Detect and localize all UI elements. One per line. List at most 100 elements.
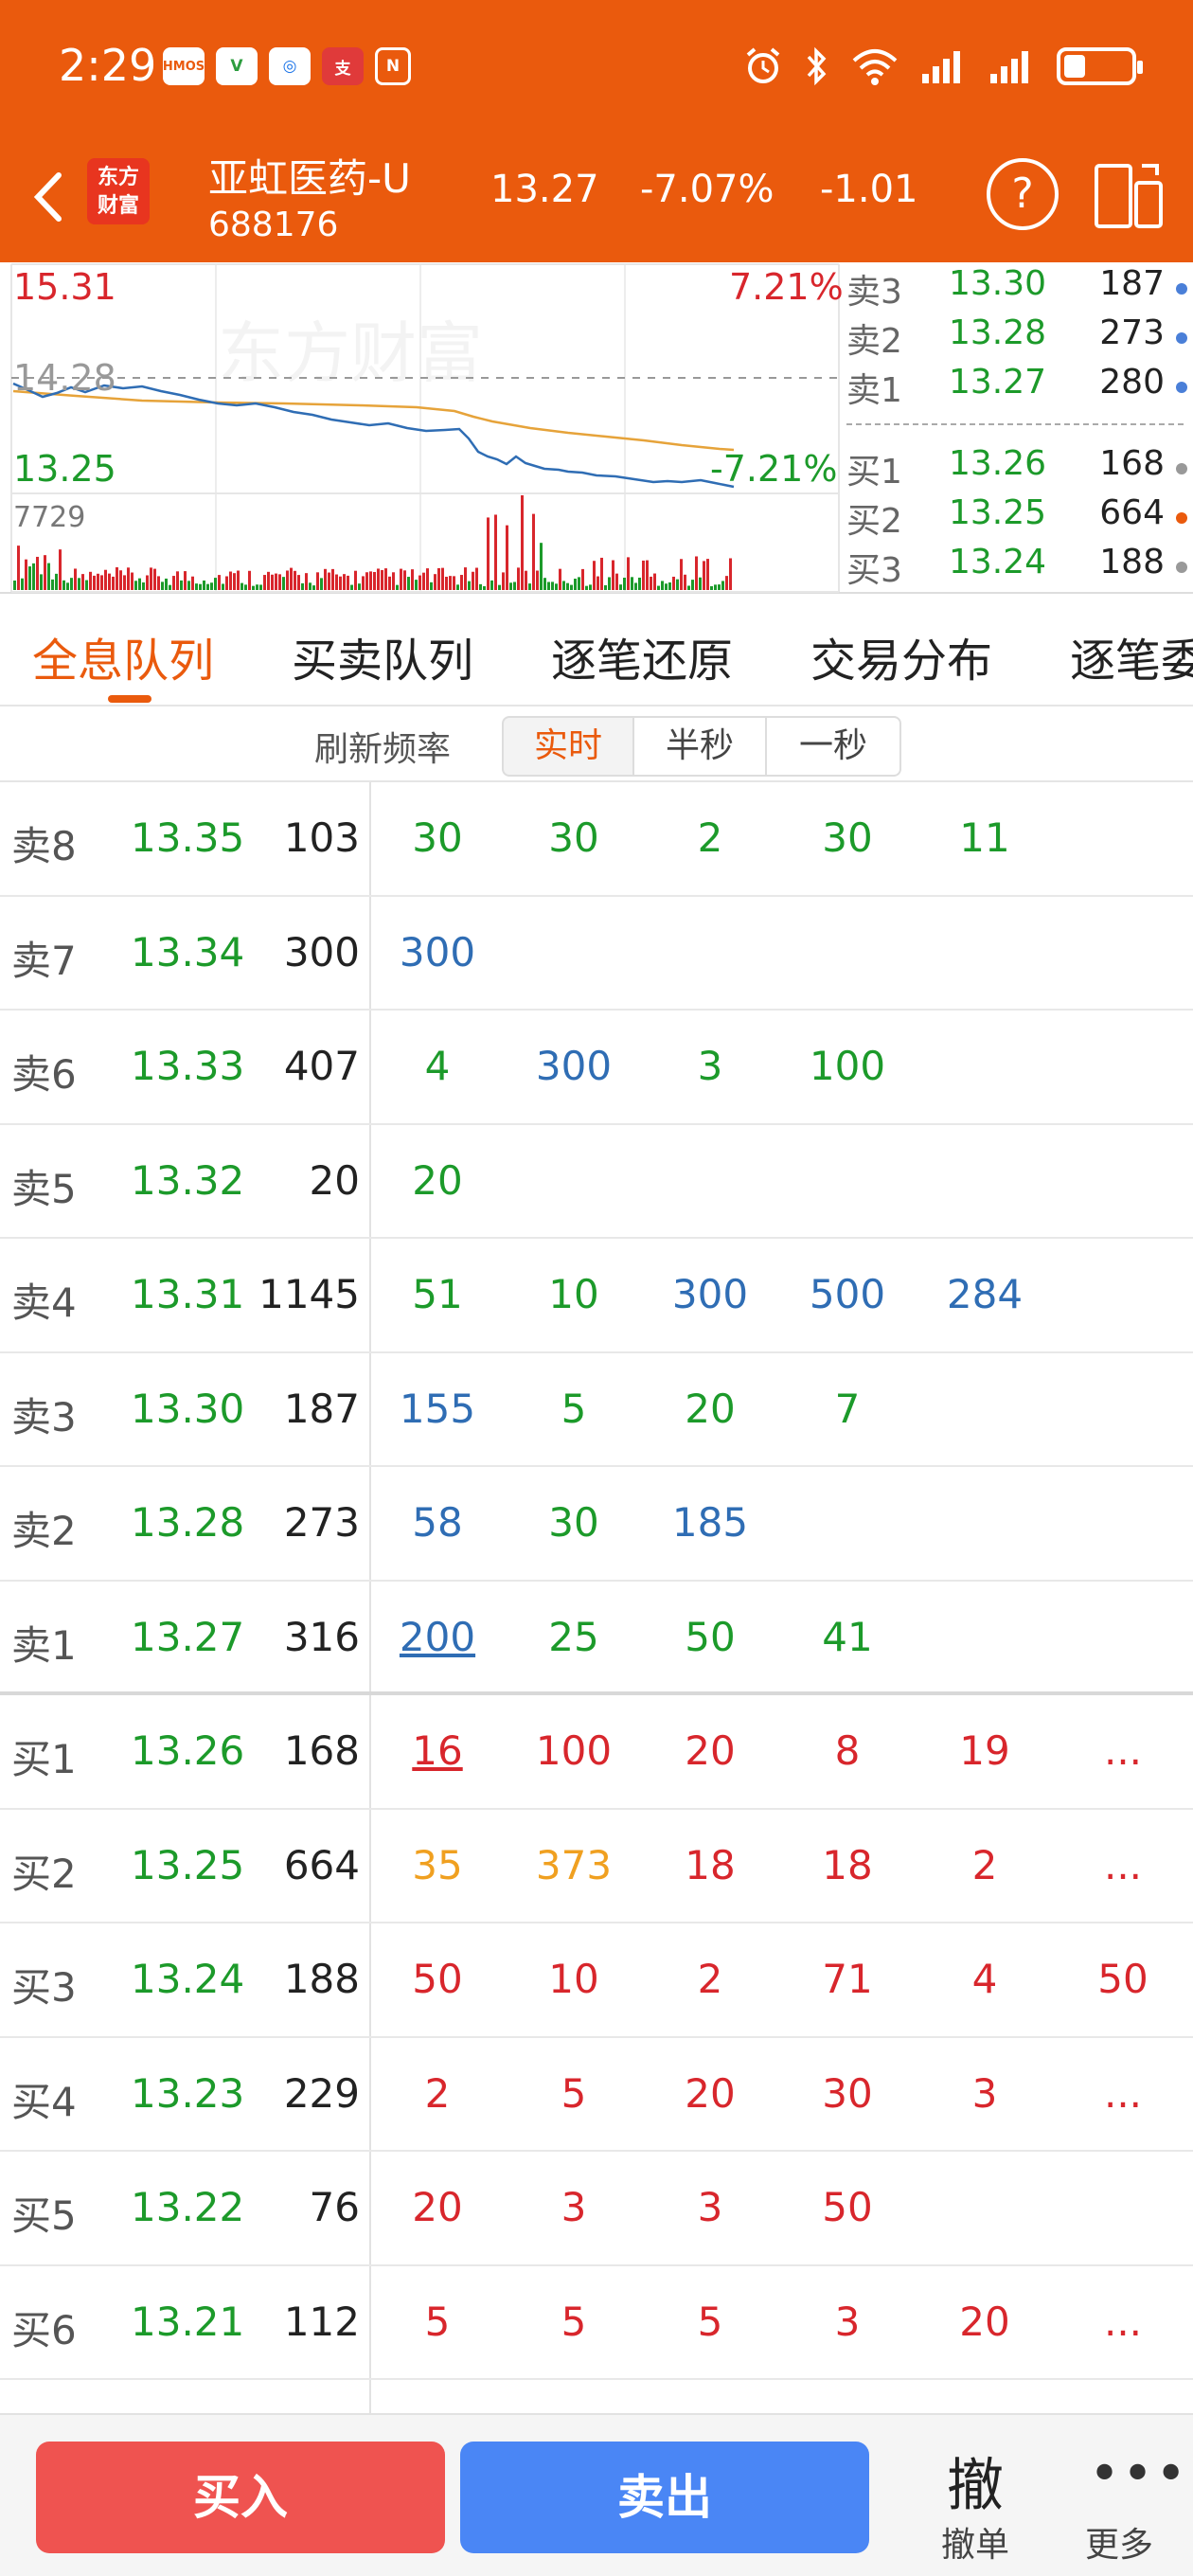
volume-bar	[650, 576, 652, 590]
sell-button[interactable]: 卖出	[460, 2442, 869, 2553]
volume-bar	[691, 580, 694, 590]
volume-bar	[388, 576, 391, 590]
queue-level-label: 卖5	[11, 1165, 77, 1212]
chart-high-price: 15.31	[13, 266, 116, 308]
volume-bar	[244, 584, 247, 590]
volume-bar	[668, 582, 671, 590]
cancel-order-label[interactable]: 撤单	[941, 2517, 1009, 2567]
refresh-option-one-second[interactable]: 一秒	[767, 716, 901, 777]
volume-bar	[309, 582, 312, 590]
buy-button[interactable]: 买入	[36, 2442, 445, 2553]
tab-buy-sell-queue[interactable]: 买卖队列	[292, 623, 473, 689]
volume-bar	[634, 582, 637, 590]
queue-order-size: 284	[946, 1271, 1024, 1317]
queue-row[interactable]: 卖1 13.27 316 200 25 50 41	[0, 1582, 1193, 1695]
volume-bar	[653, 573, 656, 590]
status-time: 2:29	[59, 40, 157, 91]
volume-bar	[278, 574, 281, 590]
chart-ref-price: 14.28	[13, 357, 116, 399]
volume-bar	[119, 570, 122, 590]
cancel-order-icon[interactable]: 撤	[947, 2440, 1004, 2522]
volume-bar	[657, 585, 660, 590]
queue-row[interactable]: 买6 13.21 112 5 5 5 3 20...	[0, 2266, 1193, 2380]
queue-price: 13.32	[131, 1156, 245, 1204]
volume-bar	[237, 570, 240, 590]
queue-level-label: 卖4	[11, 1279, 77, 1326]
volume-bar	[468, 581, 471, 590]
queue-order-size: 373	[535, 1841, 613, 1888]
bottom-action-bar: 买入 卖出 撤 撤单 ••• 更多	[0, 2413, 1193, 2576]
volume-bar	[589, 584, 592, 590]
queue-order-size: 300	[399, 928, 476, 975]
queue-order-size: 155	[399, 1385, 476, 1432]
queue-row[interactable]: 卖2 13.28 273 58 30 185	[0, 1467, 1193, 1582]
volume-bar	[464, 567, 467, 590]
queue-row[interactable]: 买1 13.26 168 16 100 20 8 19...	[0, 1695, 1193, 1810]
queue-volume: 20	[309, 1156, 360, 1204]
volume-bar	[240, 582, 243, 590]
queue-price: 13.23	[131, 2069, 245, 2117]
volume-bar	[290, 567, 293, 590]
status-notification-icons: HMOS V ◎ 支 N	[163, 47, 411, 85]
switch-layout-icon[interactable]	[1091, 158, 1166, 234]
queue-row[interactable]: 买3 13.24 188 50 10 2 71 4 50	[0, 1923, 1193, 2038]
ob-price: 13.25	[949, 493, 1047, 532]
help-icon[interactable]: ?	[987, 158, 1059, 230]
refresh-option-half-second[interactable]: 半秒	[634, 716, 767, 777]
volume-bar	[157, 576, 160, 590]
queue-row[interactable]: 买5 13.22 76 20 3 3 50	[0, 2152, 1193, 2266]
volume-bar	[562, 581, 565, 590]
queue-order-size: 5	[561, 2298, 587, 2345]
queue-row[interactable]: 卖3 13.30 187 155 5 20 7	[0, 1353, 1193, 1467]
more-icon[interactable]: •••	[1089, 2443, 1188, 2505]
ob-label: 卖1	[846, 371, 902, 410]
volume-bar	[187, 581, 190, 590]
tab-trade-distribution[interactable]: 交易分布	[810, 623, 992, 689]
queue-row[interactable]: 买2 13.25 664 35 373 18 18 2...	[0, 1810, 1193, 1923]
volume-bar	[456, 584, 459, 590]
queue-row[interactable]: 卖8 13.35 103 30 30 2 30 11	[0, 782, 1193, 897]
volume-bar	[116, 567, 118, 590]
ob-volume: 273	[1099, 313, 1165, 352]
order-book-ask2: 卖2 13.28 273	[845, 313, 1193, 365]
volume-bar	[384, 568, 387, 590]
volume-bar	[362, 576, 365, 590]
queue-order-size: 50	[1097, 1956, 1148, 2002]
queue-volume: 188	[283, 1956, 360, 2002]
change-percent: -7.07%	[640, 168, 775, 211]
queue-order-size: 20	[685, 1385, 736, 1432]
queue-order-size: 3	[697, 2184, 723, 2230]
volume-bar	[59, 549, 62, 590]
volume-bar	[615, 573, 618, 590]
queue-level-label: 买4	[11, 2078, 77, 2125]
tab-tick-orders[interactable]: 逐笔委	[1070, 623, 1193, 689]
queue-row[interactable]: 卖7 13.34 300 300	[0, 897, 1193, 1011]
volume-bar	[112, 576, 115, 590]
queue-volume: 316	[283, 1613, 360, 1660]
order-queue-table: 卖8 13.35 103 30 30 2 30 11 卖7 13.34 300 300 卖6 13.33 4…	[0, 782, 1193, 2413]
queue-row[interactable]: 卖6 13.33 407 4 300 3 100	[0, 1011, 1193, 1125]
queue-price: 13.21	[131, 2298, 245, 2345]
intraday-chart[interactable]: 东方财富 15.31 7.21% 14.28 13.25 -7.21% 7729…	[0, 262, 1193, 594]
volume-bar	[627, 557, 630, 590]
more-label[interactable]: 更多	[1085, 2517, 1153, 2567]
volume-bar	[710, 585, 713, 590]
volume-bar	[256, 584, 258, 590]
tab-tick-restore[interactable]: 逐笔还原	[551, 623, 733, 689]
back-arrow-icon[interactable]	[21, 164, 78, 230]
queue-order-size: 41	[822, 1613, 873, 1660]
refresh-option-realtime[interactable]: 实时	[502, 716, 634, 777]
queue-row[interactable]: 买4 13.23 229 2 5 20 30 3...	[0, 2038, 1193, 2152]
volume-bar	[581, 568, 584, 590]
volume-bar	[555, 583, 558, 590]
queue-row[interactable]: 卖4 13.31 1145 51 10 300 500 284	[0, 1239, 1193, 1353]
volume-bar	[225, 576, 228, 590]
volume-bar	[494, 514, 497, 590]
tab-full-queue[interactable]: 全息队列	[32, 623, 214, 689]
status-bar: 2:29 HMOS V ◎ 支 N	[0, 0, 1193, 137]
volume-bar	[62, 580, 65, 590]
queue-row[interactable]: 卖5 13.32 20 20	[0, 1125, 1193, 1239]
volume-bar	[358, 583, 361, 590]
queue-order-size: 18	[822, 1841, 873, 1888]
queue-volume: 112	[283, 2298, 360, 2345]
